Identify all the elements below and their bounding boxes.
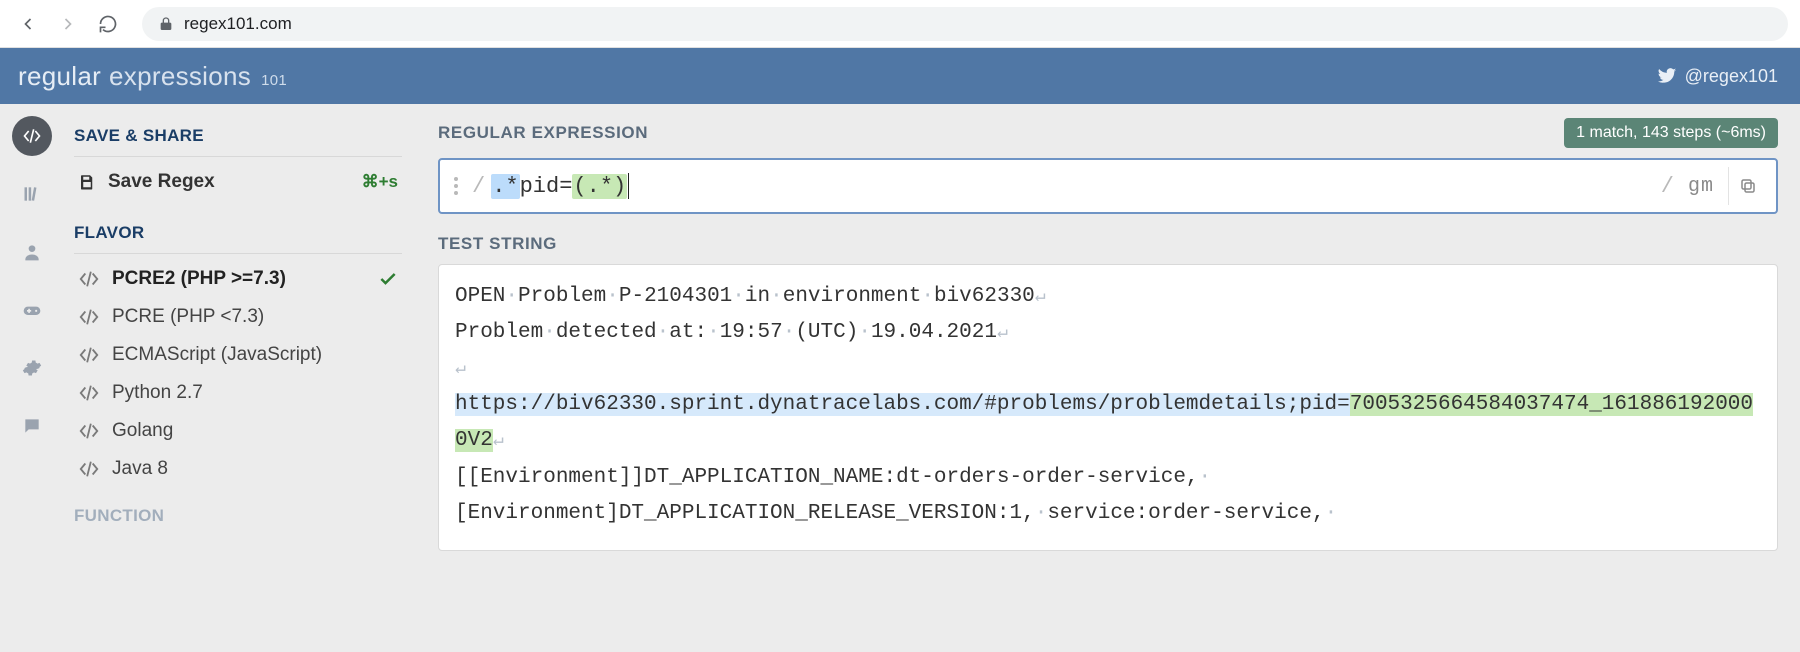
test-line-4: [[Environment]]DT_APPLICATION_NAME:dt-or… [455,460,1761,496]
regex-input[interactable]: / .*pid=(.*) / gm [438,158,1778,214]
flavor-list: PCRE2 (PHP >=7.3) PCRE (PHP <7.3) ECMASc… [74,260,402,488]
check-icon [378,269,398,289]
save-regex-row[interactable]: Save Regex ⌘+s [74,163,402,201]
text-cursor [628,173,629,199]
code-icon [78,268,100,290]
flavor-pcre[interactable]: PCRE (PHP <7.3) [74,298,402,336]
brand-sub: 101 [261,72,287,89]
regex-panel-title: REGULAR EXPRESSION [438,123,648,143]
rail-library-icon[interactable] [12,174,52,214]
flavor-label: ECMAScript (JavaScript) [112,344,322,366]
main: SAVE & SHARE Save Regex ⌘+s FLAVOR PCRE2… [0,104,1800,652]
twitter-handle: @regex101 [1685,66,1778,87]
back-button[interactable] [12,8,44,40]
flavor-label: PCRE2 (PHP >=7.3) [112,268,286,290]
match-full: https://biv62330.sprint.dynatracelabs.co… [455,393,1350,416]
drag-handle-icon[interactable] [454,177,458,195]
save-shortcut: ⌘+s [362,172,398,192]
regex-left: / [454,174,485,199]
regex-pattern[interactable]: .*pid=(.*) [491,173,629,199]
test-line-5: [Environment]DT_APPLICATION_RELEASE_VERS… [455,496,1761,532]
twitter-icon [1657,66,1677,86]
reload-button[interactable] [92,8,124,40]
browser-toolbar: regex101.com [0,0,1800,48]
rail-chat-icon[interactable] [12,406,52,446]
code-icon [78,382,100,404]
regex-right: / gm [1661,167,1766,205]
test-panel-title: TEST STRING [438,234,1778,254]
function-title: FUNCTION [74,506,402,526]
copy-icon [1739,177,1757,195]
regex-part-plain: pid= [520,174,573,199]
rail-game-icon[interactable] [12,290,52,330]
test-line-1: OPEN·Problem·P-2104301·in·environment·bi… [455,279,1761,315]
flavor-label: Python 2.7 [112,382,203,404]
code-icon [78,458,100,480]
open-delimiter: / [472,174,485,199]
test-string-input[interactable]: OPEN·Problem·P-2104301·in·environment·bi… [438,264,1778,551]
close-delimiter: / [1661,174,1674,199]
code-icon [78,306,100,328]
rail-account-icon[interactable] [12,232,52,272]
brand-word-2: expressions [109,61,251,92]
test-line-blank: ↵ [455,351,1761,387]
regex-part-green: (.*) [572,174,627,199]
flags[interactable]: gm [1688,175,1714,198]
flavor-pcre2[interactable]: PCRE2 (PHP >=7.3) [74,260,402,298]
save-regex-label: Save Regex [108,171,350,193]
site-header: regular expressions 101 @regex101 [0,48,1800,104]
divider [74,253,402,254]
brand-word-1: regular [18,61,101,92]
match-badge: 1 match, 143 steps (~6ms) [1564,118,1778,148]
flavor-label: Golang [112,420,173,442]
left-rail [0,104,64,652]
save-share-title: SAVE & SHARE [74,126,402,146]
sidebar: SAVE & SHARE Save Regex ⌘+s FLAVOR PCRE2… [64,104,424,652]
test-line-2: Problem·detected·at:·19:57·(UTC)·19.04.2… [455,315,1761,351]
regex-title-row: REGULAR EXPRESSION 1 match, 143 steps (~… [438,118,1778,148]
twitter-link[interactable]: @regex101 [1657,66,1778,87]
code-icon [78,420,100,442]
flavor-label: PCRE (PHP <7.3) [112,306,264,328]
rail-regex-icon[interactable] [12,116,52,156]
flavor-title: FLAVOR [74,223,402,243]
brand[interactable]: regular expressions 101 [0,61,287,92]
copy-button[interactable] [1728,167,1766,205]
divider [74,156,402,157]
flavor-label: Java 8 [112,458,168,480]
flavor-golang[interactable]: Golang [74,412,402,450]
forward-button[interactable] [52,8,84,40]
flavor-ecmascript[interactable]: ECMAScript (JavaScript) [74,336,402,374]
content: REGULAR EXPRESSION 1 match, 143 steps (~… [424,104,1800,652]
save-icon [78,173,96,191]
rail-settings-icon[interactable] [12,348,52,388]
url-text: regex101.com [184,14,292,34]
regex-part-blue: .* [491,174,519,199]
test-line-match: https://biv62330.sprint.dynatracelabs.co… [455,387,1761,459]
address-bar[interactable]: regex101.com [142,7,1788,41]
flavor-java[interactable]: Java 8 [74,450,402,488]
code-icon [78,344,100,366]
lock-icon [158,16,174,32]
flavor-python[interactable]: Python 2.7 [74,374,402,412]
